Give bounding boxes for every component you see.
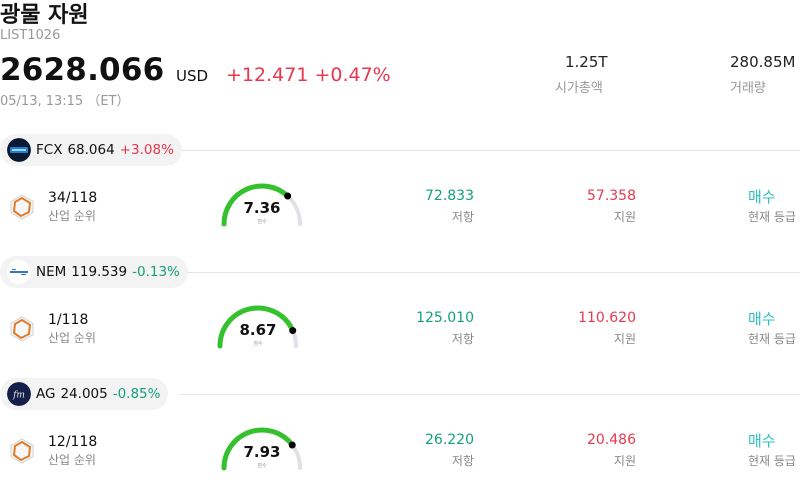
ag-logo: fm	[7, 382, 31, 406]
stock-pill-ag[interactable]: fm AG 24.005 -0.85%	[0, 378, 169, 410]
price-change: +12.471 +0.47%	[226, 64, 391, 86]
industry-rank-hexagon-icon	[8, 193, 36, 221]
support-value: 57.358	[587, 188, 636, 204]
stock-ticker: NEM	[36, 264, 67, 280]
industry-rank: 34/118	[48, 190, 98, 206]
score-caption: 점수	[257, 219, 267, 225]
industry-rank: 1/118	[48, 312, 89, 328]
currency-label: USD	[176, 67, 209, 85]
score-value: 7.36	[243, 199, 281, 217]
industry-rank-hexagon-icon	[8, 315, 36, 343]
stock-price: 119.539	[71, 264, 128, 280]
support-label: 지원	[613, 210, 636, 224]
row-divider	[180, 272, 800, 273]
industry-rank-label: 산업 순위	[48, 331, 96, 345]
score-caption: 점수	[253, 341, 263, 347]
svg-text:fm: fm	[12, 391, 25, 401]
stock-pill-nem[interactable]: NEM 119.539 -0.13%	[0, 256, 188, 288]
industry-rank-hexagon-icon	[8, 437, 36, 465]
index-code: LIST1026	[0, 28, 61, 43]
stock-price: 68.064	[67, 142, 115, 158]
support-value: 110.620	[578, 310, 636, 326]
resistance-value: 125.010	[416, 310, 474, 326]
stock-change: +3.08%	[119, 142, 174, 158]
fcx-logo	[7, 138, 31, 162]
rating-label: 현재 등급	[748, 210, 796, 224]
industry-rank-label: 산업 순위	[48, 453, 96, 467]
rating-buy[interactable]: 매수	[748, 308, 776, 329]
row-divider	[180, 394, 800, 395]
market-cap-value: 1.25T	[565, 53, 608, 71]
resistance-value: 72.833	[425, 188, 474, 204]
support-label: 지원	[613, 454, 636, 468]
support-value: 20.486	[587, 432, 636, 448]
rating-label: 현재 등급	[748, 454, 796, 468]
rating-label: 현재 등급	[748, 332, 796, 346]
stock-price: 24.005	[60, 386, 108, 402]
rating-buy[interactable]: 매수	[748, 186, 776, 207]
resistance-label: 저항	[451, 210, 474, 224]
index-price: 2628.066	[0, 52, 165, 88]
page-title: 광물 자원	[0, 3, 89, 28]
resistance-label: 저항	[451, 454, 474, 468]
volume-value: 280.85M	[730, 53, 796, 71]
row-divider	[180, 150, 800, 151]
industry-rank-label: 산업 순위	[48, 209, 96, 223]
volume-label: 거래량	[730, 81, 766, 96]
industry-rank: 12/118	[48, 434, 98, 450]
market-cap-label: 시가총액	[555, 81, 603, 96]
score-caption: 점수	[257, 463, 267, 469]
nem-logo	[7, 260, 31, 284]
resistance-label: 저항	[451, 332, 474, 346]
stock-change: -0.85%	[112, 386, 161, 402]
resistance-value: 26.220	[425, 432, 474, 448]
stock-change: -0.13%	[132, 264, 180, 280]
support-label: 지원	[613, 332, 636, 346]
stock-ticker: AG	[36, 386, 56, 402]
stock-ticker: FCX	[36, 142, 63, 158]
stock-pill-fcx[interactable]: FCX 68.064 +3.08%	[0, 134, 182, 166]
score-value: 7.93	[243, 443, 281, 461]
rating-buy[interactable]: 매수	[748, 430, 776, 451]
score-value: 8.67	[239, 321, 277, 339]
timestamp: 05/13, 13:15 （ET）	[0, 94, 130, 109]
